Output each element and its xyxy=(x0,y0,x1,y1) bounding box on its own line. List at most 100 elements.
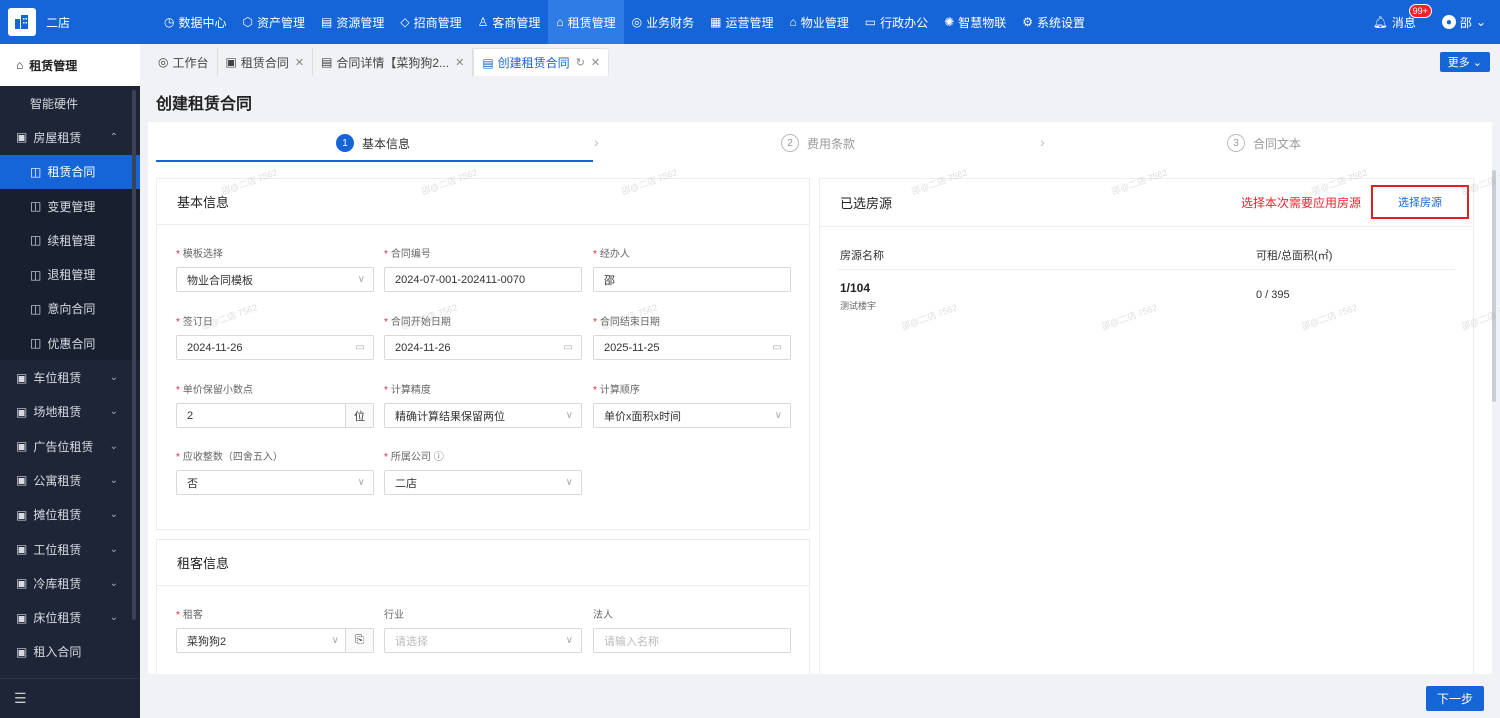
sidebar-item-14[interactable]: ▣ 冷库租赁 ⌄ xyxy=(0,566,140,600)
sidebar-item-6[interactable]: ◫ 意向合同 xyxy=(0,291,140,327)
sidebar-item-label: 工位租赁 xyxy=(33,542,82,557)
select-rooms-button[interactable]: 选择房源 xyxy=(1371,185,1469,219)
sidebar-item-8[interactable]: ▣ 车位租赁 ⌄ xyxy=(0,360,140,394)
settings-icon: ⚙ xyxy=(1022,15,1033,29)
sidebar: ⌂ 租赁管理 智能硬件 ▣ 房屋租赁 ⌃ ◫ 租赁合同 ◫ 变更管理 ◫ 续租管理 ◫ 退租管理 ◫ 意向… xyxy=(0,44,140,718)
nav-item-property[interactable]: ⌂ 物业管理 xyxy=(782,0,857,44)
step-3[interactable]: 3 合同文本 xyxy=(1227,134,1301,152)
office-icon: ▭ xyxy=(864,15,877,29)
legal-input[interactable]: 请输入名称 xyxy=(593,628,791,653)
copy-icon[interactable]: ⎘ xyxy=(345,629,373,652)
close-icon[interactable]: ✕ xyxy=(295,56,304,69)
company-label: 所属公司 xyxy=(390,452,431,463)
company-select[interactable]: 二店 ∨ xyxy=(384,470,582,495)
more-tabs-button[interactable]: 更多 ⌄ xyxy=(1439,52,1490,72)
precision-label: 计算精度 xyxy=(390,385,431,396)
nav-item-resource[interactable]: ▤ 资源管理 xyxy=(313,0,392,44)
page-scrollbar[interactable] xyxy=(1492,170,1496,402)
store-name[interactable]: 二店 xyxy=(46,14,156,31)
nav-item-ops[interactable]: ▦ 运营管理 xyxy=(702,0,781,44)
menu-group-icon: ▣ xyxy=(16,576,28,591)
nav-item-customer[interactable]: ♙ 客商管理 xyxy=(470,0,549,44)
messages-button[interactable]: 🔔︎ 消息 99+ xyxy=(1372,3,1432,31)
start-date-label: 合同开始日期 xyxy=(390,317,451,328)
rounding-select[interactable]: 否 ∨ xyxy=(176,470,374,495)
bell-icon: 🔔︎ xyxy=(1372,15,1388,29)
tab-label: 租赁合同 xyxy=(240,55,289,70)
close-icon[interactable]: ✕ xyxy=(591,56,600,69)
tab-3[interactable]: ▤ 创建租赁合同 ↻ ✕ xyxy=(473,48,610,76)
nav-item-settings[interactable]: ⚙ 系统设置 xyxy=(1014,0,1093,44)
nav-item-office[interactable]: ▭ 行政办公 xyxy=(857,0,936,44)
sidebar-item-0[interactable]: 智能硬件 xyxy=(0,86,140,120)
rooms-header: 已选房源 选择本次需要应用房源 选择房源 xyxy=(820,179,1473,227)
tenant-select[interactable]: 菜狗狗2 ∨ ⎘ xyxy=(176,628,374,653)
sidebar-item-5[interactable]: ◫ 退租管理 xyxy=(0,257,140,292)
nav-item-label: 系统设置 xyxy=(1036,15,1085,30)
room-area: 0 / 395 xyxy=(1256,289,1290,301)
sign-date-label: 签订日 xyxy=(182,317,213,328)
sign-date-picker[interactable]: 2024-11-26 ▭ xyxy=(176,335,374,360)
start-date-value: 2024-11-26 xyxy=(395,341,451,354)
sidebar-item-13[interactable]: ▣ 工位租赁 ⌄ xyxy=(0,532,140,566)
nav-item-iot[interactable]: ✺ 智慧物联 xyxy=(936,0,1014,44)
tab-1[interactable]: ▣ 租赁合同 ✕ xyxy=(218,48,314,76)
sidebar-item-3[interactable]: ◫ 变更管理 xyxy=(0,188,140,224)
nav-item-finance[interactable]: ◎ 业务财务 xyxy=(624,0,703,44)
step-3-number: 3 xyxy=(1227,134,1245,152)
sidebar-scrollbar[interactable] xyxy=(132,90,136,620)
next-step-button[interactable]: 下一步 xyxy=(1426,686,1484,711)
order-select[interactable]: 单价x面积x时间 ∨ xyxy=(593,403,791,428)
decimals-input[interactable]: 2位 xyxy=(176,403,374,428)
sidebar-item-12[interactable]: ▣ 摊位租赁 ⌄ xyxy=(0,498,140,532)
sidebar-item-15[interactable]: ▣ 床位租赁 ⌄ xyxy=(0,600,140,634)
sign-date-field: * 签订日 2024-11-26 ▭ xyxy=(176,313,374,360)
nav-item-home[interactable]: ⌂ 租赁管理 xyxy=(548,0,624,44)
nav-item-invest[interactable]: ◇ 招商管理 xyxy=(392,0,469,44)
tenant-info-title: 租客信息 xyxy=(157,540,809,586)
template-select[interactable]: 物业合同模板 ∨ xyxy=(176,267,374,292)
user-menu[interactable]: ● 邵 ⌄ xyxy=(1441,14,1486,31)
industry-select[interactable]: 请选择 ∨ xyxy=(384,628,582,653)
sidebar-item-label: 冷库租赁 xyxy=(33,576,82,591)
menu-item-icon: ◫ xyxy=(30,336,42,351)
refresh-icon[interactable]: ↻ xyxy=(576,56,585,69)
sidebar-item-2[interactable]: ◫ 租赁合同 xyxy=(0,154,140,189)
menu-item-icon: ◫ xyxy=(30,233,42,248)
handler-input[interactable]: 邵 xyxy=(593,267,791,292)
sidebar-item-16[interactable]: ▣ 租入合同 xyxy=(0,635,140,669)
main-card: 1 基本信息 › 2 费用条款 › 3 合同文本 基本信息 * 模板选择 物业合同模板 ∨… xyxy=(148,122,1492,674)
menu-item-icon: ◫ xyxy=(30,199,42,214)
document-icon: ▤ xyxy=(321,55,333,69)
end-date-picker[interactable]: 2025-11-25 ▭ xyxy=(593,335,791,360)
calendar-icon: ▭ xyxy=(772,342,782,353)
start-date-picker[interactable]: 2024-11-26 ▭ xyxy=(384,335,582,360)
chevron-up-icon: ⌃ xyxy=(109,131,118,143)
close-icon[interactable]: ✕ xyxy=(455,56,464,69)
sidebar-item-4[interactable]: ◫ 续租管理 xyxy=(0,223,140,258)
collapse-menu-icon[interactable]: ☰ xyxy=(0,678,140,718)
sidebar-item-7[interactable]: ◫ 优惠合同 xyxy=(0,326,140,361)
chevron-down-icon: ∨ xyxy=(357,477,365,488)
finance-icon: ◎ xyxy=(631,15,643,29)
end-date-label: 合同结束日期 xyxy=(599,317,660,328)
step-1[interactable]: 1 基本信息 xyxy=(336,134,410,152)
step-2[interactable]: 2 费用条款 xyxy=(781,134,855,152)
sidebar-item-9[interactable]: ▣ 场地租赁 ⌄ xyxy=(0,395,140,429)
chevron-down-icon: ⌄ xyxy=(109,509,118,521)
logo-icon[interactable] xyxy=(8,8,36,36)
decimals-label: 单价保留小数点 xyxy=(182,385,253,396)
contract-no-input[interactable]: 2024-07-001-202411-0070 xyxy=(384,267,582,292)
nav-item-asset[interactable]: ⬡ 资产管理 xyxy=(235,0,314,44)
sidebar-item-1[interactable]: ▣ 房屋租赁 ⌃ xyxy=(0,120,140,154)
tab-2[interactable]: ▤ 合同详情【菜狗狗2... ✕ xyxy=(313,48,474,76)
precision-select[interactable]: 精确计算结果保留两位 ∨ xyxy=(384,403,582,428)
sidebar-item-11[interactable]: ▣ 公寓租赁 ⌄ xyxy=(0,463,140,497)
sidebar-item-10[interactable]: ▣ 广告位租赁 ⌄ xyxy=(0,429,140,463)
nav-item-dashboard[interactable]: ◷ 数据中心 xyxy=(156,0,235,44)
company-field: * 所属公司 ⓘ 二店 ∨ xyxy=(384,448,582,495)
tab-0[interactable]: ◎ 工作台 xyxy=(150,48,218,76)
help-icon[interactable]: ⓘ xyxy=(434,452,444,463)
top-navbar: 二店 ◷ 数据中心 ⬡ 资产管理 ▤ 资源管理 ◇ 招商管理 ♙ 客商管理 ⌂ 租赁管理 ◎ 业务财务 ▦ 运… xyxy=(0,0,1500,44)
sidebar-item-label: 广告位租赁 xyxy=(33,439,94,454)
